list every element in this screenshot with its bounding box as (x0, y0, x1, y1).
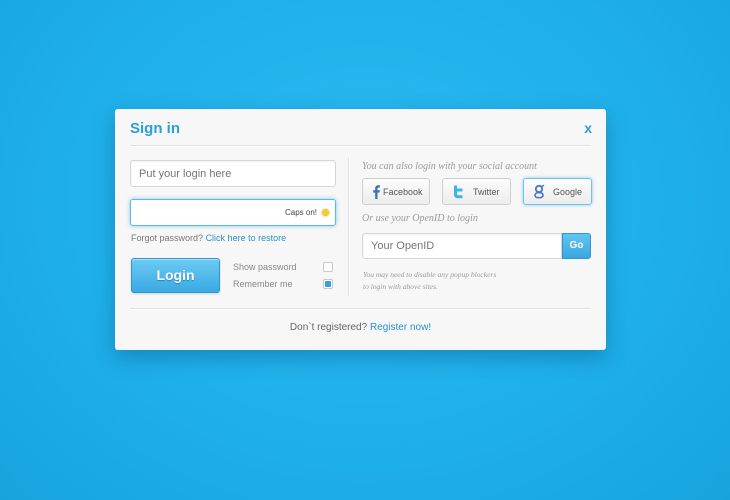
popup-note-line-1: You may need to disable any popup blocke… (363, 270, 497, 279)
google-icon (532, 184, 546, 199)
openid-go-button[interactable]: Go (562, 233, 591, 259)
popup-note-line-2: to login with above sites. (363, 282, 438, 291)
register-prompt: Don`t registered? (289, 322, 368, 333)
twitter-button[interactable]: Twitter (442, 178, 511, 205)
login-input[interactable] (130, 160, 336, 187)
forgot-password-row: Forgot password? Click here to restore (131, 233, 286, 243)
social-login-caption: You can also login with your social acco… (362, 161, 537, 172)
close-icon[interactable]: x (584, 120, 592, 136)
twitter-icon (450, 184, 466, 199)
popup-blocker-note: You may need to disable any popup blocke… (363, 269, 533, 293)
caps-lock-indicator-icon (322, 209, 329, 216)
remember-me-label: Remember me (233, 279, 293, 289)
restore-password-link[interactable]: Click here to restore (206, 233, 287, 243)
caps-lock-warning: Caps on! (284, 208, 317, 217)
show-password-label: Show password (233, 262, 297, 272)
login-button[interactable]: Login (131, 258, 220, 293)
header-divider (130, 145, 591, 147)
password-field[interactable]: Caps on! (130, 199, 336, 226)
dialog-title: Sign in (130, 120, 180, 137)
openid-input[interactable] (362, 233, 562, 259)
facebook-label: Facebook (383, 187, 423, 197)
facebook-icon (369, 184, 383, 199)
twitter-label: Twitter (473, 187, 500, 197)
register-link[interactable]: Register now! (370, 322, 431, 333)
sign-in-dialog: Sign in x Caps on! Forgot password? Clic… (115, 109, 606, 350)
openid-caption: Or use your OpenID to login (362, 213, 478, 224)
google-label: Google (553, 187, 583, 197)
facebook-button[interactable]: Facebook (362, 178, 430, 205)
remember-me-checkbox[interactable] (323, 279, 333, 289)
footer-divider (130, 308, 591, 310)
google-button[interactable]: Google (523, 178, 592, 205)
show-password-checkbox[interactable] (323, 262, 333, 272)
column-divider (348, 158, 350, 296)
register-footer: Don`t registered? Register now! (115, 322, 606, 333)
forgot-password-text: Forgot password? (131, 233, 204, 243)
